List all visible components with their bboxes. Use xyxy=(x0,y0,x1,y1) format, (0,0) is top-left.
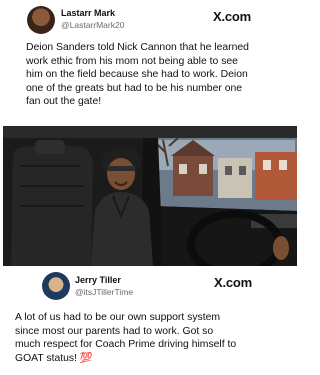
tweet-line: Deion Sanders told Nick Cannon that he l… xyxy=(26,42,249,53)
avatar[interactable] xyxy=(27,6,55,34)
tweet-line: one of the greats but had to be his numb… xyxy=(26,82,243,94)
tweet-text: A lot of us had to be our own support sy… xyxy=(15,311,236,365)
tweet-line: much respect for Coach Prime driving him… xyxy=(15,339,237,351)
x-logo: X.com xyxy=(214,275,253,290)
tweet-line: A lot of us had to be our own support sy… xyxy=(15,312,221,323)
tweet-card-2: Jerry Tiller @itsJTillerTime X.com A lot… xyxy=(0,266,300,375)
car-interior-illustration xyxy=(3,126,297,266)
tweet-line: work ethic from his mom not being able t… xyxy=(26,55,238,67)
tweet-line: fan out the gate! xyxy=(26,96,102,108)
tweet-card-1: Lastarr Mark @LastarrMark20 X.com Deion … xyxy=(0,0,300,126)
tweet-text: Deion Sanders told Nick Cannon that he l… xyxy=(26,41,249,109)
author-name[interactable]: Lastarr Mark xyxy=(61,8,115,18)
tweet-line: GOAT status! 💯 xyxy=(15,352,93,364)
author-handle[interactable]: @LastarrMark20 xyxy=(61,20,124,30)
video-still-image[interactable] xyxy=(3,126,297,266)
author-name[interactable]: Jerry Tiller xyxy=(75,275,121,285)
tweet-line: him on the field because she had to work… xyxy=(26,69,248,81)
author-handle[interactable]: @itsJTillerTime xyxy=(75,287,133,297)
x-logo: X.com xyxy=(213,9,252,24)
avatar[interactable] xyxy=(42,272,70,300)
tweet-line: since most our parents had to work. Got … xyxy=(15,325,214,337)
